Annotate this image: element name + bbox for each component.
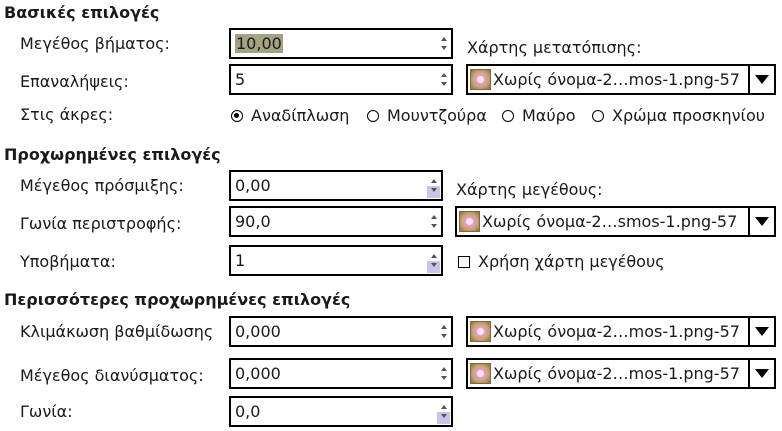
use-magnitude-checkbox[interactable]: Χρήση χάρτη μεγέθους [458,252,665,271]
step-size-input[interactable]: 10,00 [231,33,435,54]
spin-up-icon[interactable] [441,73,447,77]
edge-black-radio[interactable]: Μαύρο [502,106,576,125]
iterations-spin-arrows[interactable] [435,66,451,93]
dropdown-arrow-icon[interactable] [748,66,774,93]
magnitude-map-value: Χωρίς όνομα-2…smos-1.png-57 [482,212,738,231]
substeps-spin-arrows[interactable] [425,247,441,274]
magnitude-map-combo[interactable]: Χωρίς όνομα-2…smos-1.png-57 [455,206,776,237]
dropdown-arrow-icon[interactable] [748,208,774,235]
displace-map-combo[interactable]: Χωρίς όνομα-2…mos-1.png-57 [466,64,776,95]
spin-down-icon[interactable] [441,414,447,418]
spin-up-icon[interactable] [441,37,447,41]
spin-up-icon[interactable] [431,179,437,183]
substeps-input[interactable]: 1 [231,251,425,271]
image-thumbnail-icon [470,363,491,384]
smooth-spin-arrows[interactable] [425,172,441,199]
displace-map-value: Χωρίς όνομα-2…mos-1.png-57 [493,70,740,89]
rotation-spin-arrows[interactable] [425,208,441,235]
spin-down-icon[interactable] [431,188,437,192]
vector-size-spin-arrows[interactable] [435,360,451,387]
angle-spin-arrows[interactable] [435,398,451,425]
spin-up-icon[interactable] [441,325,447,329]
radio-unselected-icon[interactable] [502,109,514,122]
spin-up-icon[interactable] [441,367,447,371]
use-magnitude-label: Χρήση χάρτη μεγέθους [478,252,665,271]
displace-map-label: Χάρτης μετατόπισης: [467,38,642,57]
spin-up-icon[interactable] [431,215,437,219]
angle-label: Γωνία: [20,402,73,421]
edge-smear-label: Μουντζούρα [387,106,487,125]
image-thumbnail-icon [459,211,480,232]
vector-size-label: Μέγεθος διανύσματος: [20,366,204,385]
magnitude-map-label: Χάρτης μεγέθους: [456,180,603,199]
dropdown-arrow-icon[interactable] [748,318,774,345]
spin-down-icon[interactable] [441,376,447,380]
spin-down-icon[interactable] [441,334,447,338]
rotation-spinbox[interactable]: 90,0 [229,206,443,237]
basic-options-title: Βασικές επιλογές [4,3,160,22]
gradient-scale-label: Κλιμάκωση βαθμίδωσης [20,322,214,341]
image-thumbnail-icon [470,69,491,90]
gradient-scale-spin-arrows[interactable] [435,318,451,345]
angle-spinbox[interactable]: 0,0 [229,396,453,427]
gradient-scale-spinbox[interactable]: 0,000 [229,316,453,347]
smooth-spinbox[interactable]: 0,00 [229,170,443,201]
smooth-label: Μέγεθος πρόσμιξης: [20,176,184,195]
advanced-options-title: Προχωρημένες επιλογές [4,145,221,164]
spin-down-icon[interactable] [441,82,447,86]
spin-up-icon[interactable] [441,405,447,409]
angle-input[interactable]: 0,0 [231,402,435,422]
edge-smear-radio[interactable]: Μουντζούρα [367,106,487,125]
substeps-spinbox[interactable]: 1 [229,245,443,276]
edge-foreground-label: Χρώμα προσκηνίου [612,106,766,125]
edge-wrap-radio[interactable]: Αναδίπλωση [231,106,349,125]
edge-foreground-radio[interactable]: Χρώμα προσκηνίου [592,106,765,125]
radio-selected-icon[interactable] [231,109,243,122]
iterations-input[interactable]: 5 [231,70,435,90]
gradient-map-combo[interactable]: Χωρίς όνομα-2…mos-1.png-57 [466,316,776,347]
rotation-input[interactable]: 90,0 [231,212,425,232]
substeps-label: Υποβήματα: [20,252,116,271]
radio-unselected-icon[interactable] [367,109,379,122]
smooth-input[interactable]: 0,00 [231,176,425,196]
vector-size-spinbox[interactable]: 0,000 [229,358,453,389]
step-size-label: Μεγέθος βήματος: [20,34,170,53]
iterations-label: Επαναλήψεις: [20,72,129,91]
gradient-scale-input[interactable]: 0,000 [231,322,435,342]
vector-size-input[interactable]: 0,000 [231,364,435,384]
edges-label: Στις άκρες: [20,105,114,124]
iterations-spinbox[interactable]: 5 [229,64,453,95]
vector-map-combo[interactable]: Χωρίς όνομα-2…mos-1.png-57 [466,358,776,389]
spin-down-icon[interactable] [431,263,437,267]
rotation-label: Γωνία περιστροφής: [20,214,182,233]
vector-map-value: Χωρίς όνομα-2…mos-1.png-57 [493,364,740,383]
spin-down-icon[interactable] [441,46,447,50]
edge-black-label: Μαύρο [522,106,576,125]
edge-wrap-label: Αναδίπλωση [251,106,350,125]
checkbox-unchecked-icon[interactable] [458,255,470,268]
step-size-spinbox[interactable]: 10,00 [229,28,453,59]
radio-unselected-icon[interactable] [592,109,604,122]
gradient-map-value: Χωρίς όνομα-2…mos-1.png-57 [493,322,740,341]
spin-down-icon[interactable] [431,224,437,228]
step-size-spin-arrows[interactable] [435,30,451,57]
more-advanced-options-title: Περισσότερες προχωρημένες επιλογές [4,290,351,309]
spin-up-icon[interactable] [431,254,437,258]
image-thumbnail-icon [470,321,491,342]
dropdown-arrow-icon[interactable] [748,360,774,387]
